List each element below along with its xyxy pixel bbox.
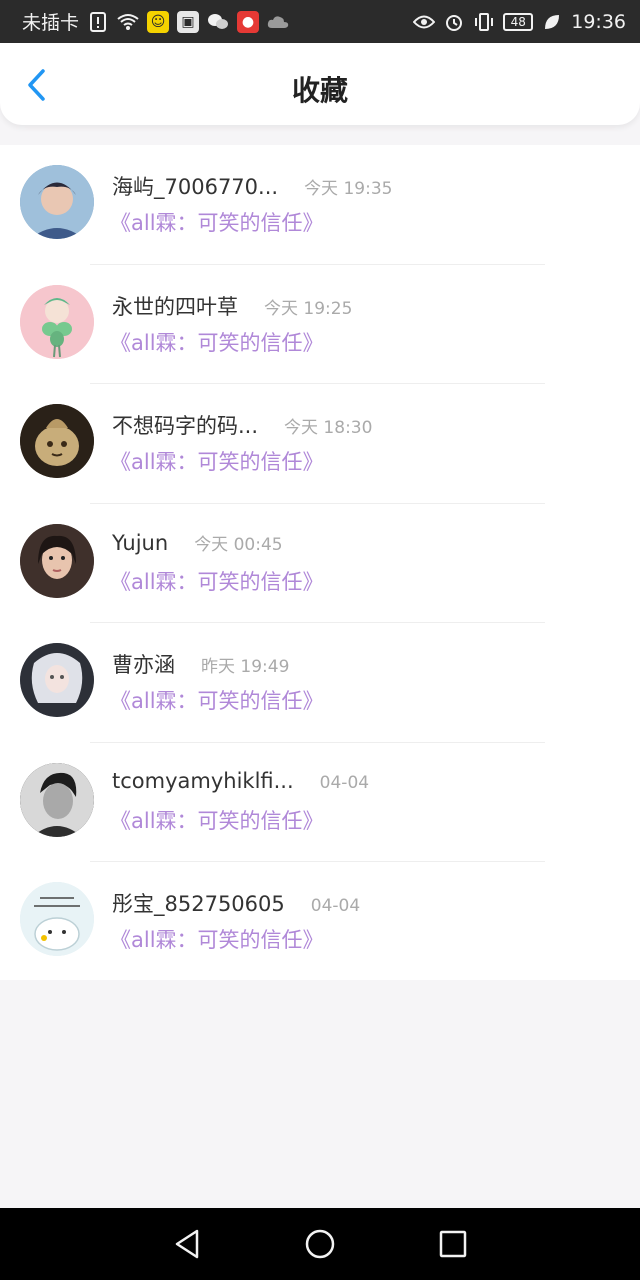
avatar[interactable] <box>20 404 94 478</box>
item-header: 曹亦涵 昨天 19:49 <box>112 649 289 679</box>
vibrate-icon <box>473 11 495 33</box>
user-name: 不想码字的码... <box>112 414 259 438</box>
work-title-link[interactable]: 《all霖：可笑的信任》 <box>110 327 324 357</box>
list-item[interactable]: 彤宝_852750605 04-04 《all霖：可笑的信任》 <box>0 862 640 982</box>
nav-back-button[interactable] <box>163 1220 211 1268</box>
list-item[interactable]: 海屿_7006770... 今天 19:35 《all霖：可笑的信任》 <box>0 145 640 265</box>
page-title: 收藏 <box>291 74 348 107</box>
status-bar-right: 48 19:36 <box>413 11 626 33</box>
work-title-link[interactable]: 《all霖：可笑的信任》 <box>110 805 324 835</box>
wechat-icon <box>207 11 229 33</box>
app-huawei-icon: ▣ <box>177 10 200 33</box>
user-name: 永世的四叶草 <box>112 294 238 319</box>
status-bar: 未插卡 ☺ ▣ ● 48 19:36 <box>0 0 640 43</box>
work-title-link[interactable]: 《all霖：可笑的信任》 <box>110 566 324 596</box>
avatar[interactable] <box>20 165 94 239</box>
timestamp: 今天 00:45 <box>194 534 283 555</box>
user-name: 海屿_7006770... <box>112 175 279 199</box>
item-header: 彤宝_852750605 04-04 <box>112 888 360 918</box>
user-name: 曹亦涵 <box>112 653 175 677</box>
clock-text: 19:36 <box>571 10 626 33</box>
cloud-icon <box>267 11 289 33</box>
timestamp: 04-04 <box>310 896 361 916</box>
item-header: Yujun 今天 00:45 <box>112 530 283 555</box>
app-header: 收藏 <box>0 43 640 125</box>
work-title-link[interactable]: 《all霖：可笑的信任》 <box>110 924 324 954</box>
user-name: Yujun <box>112 530 169 555</box>
triangle-back-icon <box>175 1229 198 1259</box>
app-red-icon: ● <box>237 10 260 33</box>
list-item[interactable]: 永世的四叶草 今天 19:25 《all霖：可笑的信任》 <box>0 265 640 385</box>
square-recents-icon <box>440 1230 467 1258</box>
avatar[interactable] <box>20 643 94 717</box>
item-header: 海屿_7006770... 今天 19:35 <box>112 171 392 201</box>
avatar[interactable] <box>20 284 94 359</box>
timestamp: 今天 18:30 <box>284 418 373 438</box>
battery-icon: 48 <box>503 12 534 31</box>
status-bar-left: 未插卡 ☺ ▣ ● <box>22 8 289 35</box>
user-name: tcomyamyhiklfi... <box>112 768 294 793</box>
avatar[interactable] <box>20 762 94 837</box>
item-header: 永世的四叶草 今天 19:25 <box>112 291 352 321</box>
app-yellow-icon: ☺ <box>147 10 170 33</box>
timestamp: 昨天 19:49 <box>201 657 290 677</box>
item-header: 不想码字的码... 今天 18:30 <box>112 410 372 440</box>
leaf-icon <box>541 11 563 33</box>
work-title-link[interactable]: 《all霖：可笑的信任》 <box>110 207 324 237</box>
wifi-icon <box>117 11 139 33</box>
work-title-link[interactable]: 《all霖：可笑的信任》 <box>110 685 324 715</box>
user-name: 彤宝_852750605 <box>112 892 285 916</box>
favorites-list: 海屿_7006770... 今天 19:35 《all霖：可笑的信任》 永世的四… <box>0 145 640 980</box>
alarm-icon <box>443 11 465 33</box>
system-nav-bar <box>0 1208 640 1280</box>
list-item[interactable]: 不想码字的码... 今天 18:30 《all霖：可笑的信任》 <box>0 384 640 504</box>
list-item[interactable]: Yujun 今天 00:45 《all霖：可笑的信任》 <box>0 504 640 624</box>
avatar[interactable] <box>20 523 94 598</box>
list-item[interactable]: tcomyamyhiklfi... 04-04 《all霖：可笑的信任》 <box>0 743 640 863</box>
work-title-link[interactable]: 《all霖：可笑的信任》 <box>110 446 324 476</box>
timestamp: 今天 19:35 <box>304 179 393 199</box>
item-header: tcomyamyhiklfi... 04-04 <box>112 769 369 793</box>
list-item[interactable]: 曹亦涵 昨天 19:49 《all霖：可笑的信任》 <box>0 623 640 743</box>
sim-alert-icon <box>87 11 109 33</box>
timestamp: 今天 19:25 <box>264 298 353 319</box>
avatar[interactable] <box>20 882 94 956</box>
carrier-text: 未插卡 <box>22 12 80 34</box>
circle-home-icon <box>305 1229 335 1259</box>
nav-home-button[interactable] <box>296 1220 344 1268</box>
eye-icon <box>413 11 436 33</box>
nav-recents-button[interactable] <box>429 1220 477 1268</box>
timestamp: 04-04 <box>319 772 370 793</box>
